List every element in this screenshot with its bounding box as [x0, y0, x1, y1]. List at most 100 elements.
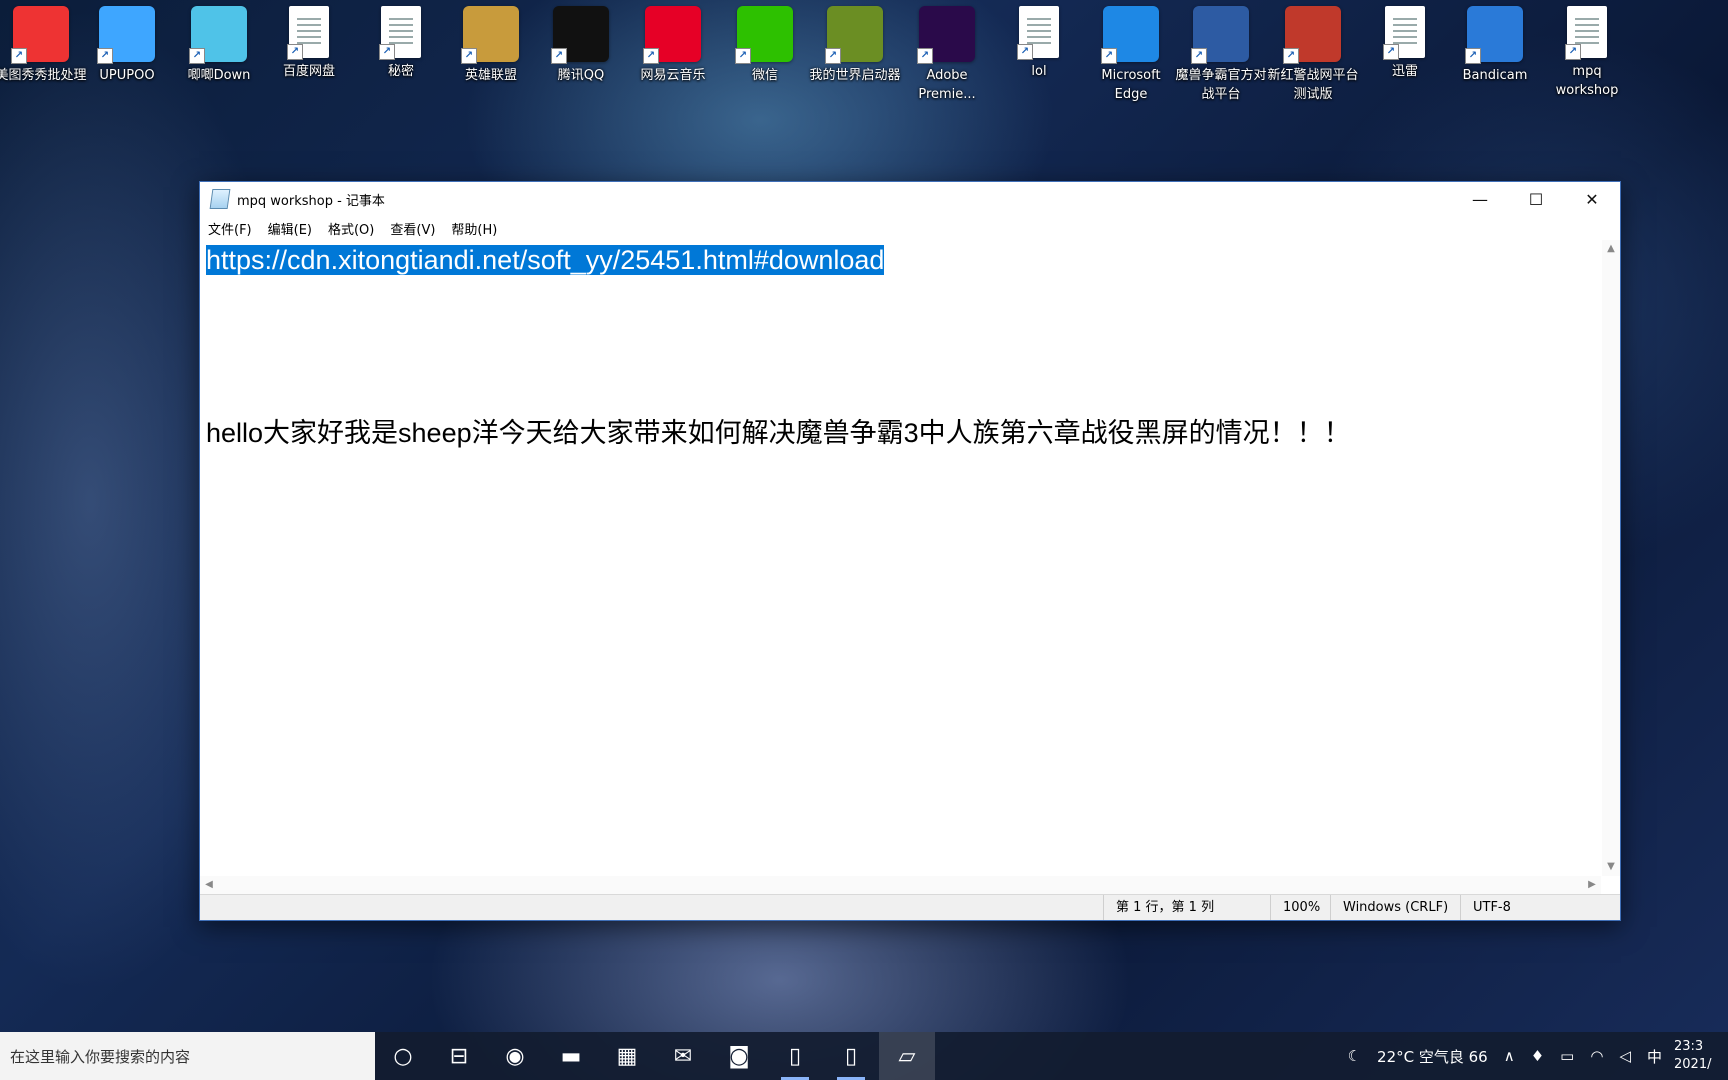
app-icon: ↗ [1191, 6, 1249, 64]
desktop-icon[interactable]: ↗ mpq workshop [1541, 6, 1633, 100]
desktop-icon-label: Bandicam [1462, 68, 1528, 83]
document-taskbar-icon-1[interactable]: ▯ [767, 1032, 823, 1080]
desktop-icon-label: 腾讯QQ [557, 68, 605, 83]
wifi-icon[interactable]: ◠ [1590, 1047, 1603, 1065]
shortcut-arrow-icon: ↗ [551, 48, 567, 64]
menu-file[interactable]: 文件(F) [208, 219, 252, 238]
app-icon: ↗ [735, 6, 793, 64]
app-icon: ↗ [189, 6, 247, 64]
desktop-icon-label: Microsoft Edge [1101, 68, 1161, 102]
desktop-icon[interactable]: ↗ Microsoft Edge [1085, 6, 1177, 104]
shortcut-arrow-icon: ↗ [11, 48, 27, 64]
desktop-icon[interactable]: ↗ 我的世界启动器 [809, 6, 901, 85]
desktop-icon[interactable]: ↗ 美图秀秀批处理 [0, 6, 87, 85]
clock[interactable]: 23:3 2021/ [1674, 1038, 1728, 1074]
desktop-icon[interactable]: ↗ 秘密 [355, 6, 447, 81]
menu-help[interactable]: 帮助(H) [451, 219, 497, 238]
app-icon: ↗ [917, 6, 975, 64]
desktop-icon-label: 新红警战网平台测试版 [1267, 68, 1359, 102]
document-taskbar-icon-2[interactable]: ▯ [823, 1032, 879, 1080]
mic-icon[interactable]: ♦ [1531, 1047, 1544, 1065]
minimize-button[interactable]: — [1452, 182, 1508, 216]
shortcut-arrow-icon: ↗ [735, 48, 751, 64]
desktop-icon[interactable]: ↗ 英雄联盟 [445, 6, 537, 85]
app-icon: ↗ [551, 6, 609, 64]
clock-date: 2021/ [1674, 1057, 1712, 1072]
file-explorer-icon[interactable]: ▬ [543, 1032, 599, 1080]
desktop-icon-label: lol [1031, 64, 1047, 79]
desktop-icon-label: 我的世界启动器 [809, 68, 901, 83]
app-taskbar-icon[interactable]: ◙ [711, 1032, 767, 1080]
desktop-icon-label: 秘密 [387, 64, 414, 79]
app-icon: ↗ [825, 6, 883, 64]
desktop-icon[interactable]: ↗ 百度网盘 [263, 6, 355, 81]
desktop-icon[interactable]: ↗ UPUPOO [81, 6, 173, 85]
taskbar: 在这里输入你要搜索的内容 ○ ⊟ ◉ ▬ ▦ ✉ ◙ ▯ ▯ ▱ ☾ 22°C 空气良 66 ∧ … [0, 1032, 1728, 1080]
scroll-up-icon[interactable]: ▲ [1602, 240, 1620, 258]
notepad-taskbar-icon[interactable]: ▱ [879, 1032, 935, 1080]
menu-format[interactable]: 格式(O) [328, 219, 374, 238]
shortcut-arrow-icon: ↗ [1283, 48, 1299, 64]
desktop-icon-label: 魔兽争霸官方对战平台 [1175, 68, 1267, 102]
shortcut-arrow-icon: ↗ [917, 48, 933, 64]
desktop-icon[interactable]: ↗ 网易云音乐 [627, 6, 719, 85]
desktop-icon-label: 美图秀秀批处理 [0, 68, 87, 83]
scroll-right-icon[interactable]: ▶ [1583, 876, 1601, 894]
app-icon: ↗ [1383, 6, 1425, 60]
zoom-level: 100% [1270, 895, 1333, 920]
desktop-icon[interactable]: ↗ 唧唧Down [173, 6, 265, 85]
task-view-icon[interactable]: ⊟ [431, 1032, 487, 1080]
window-title: mpq workshop - 记事本 [237, 193, 385, 209]
search-box[interactable]: 在这里输入你要搜索的内容 [0, 1032, 375, 1080]
scroll-down-icon[interactable]: ▼ [1602, 858, 1620, 876]
volume-icon[interactable]: ◁ [1619, 1047, 1631, 1065]
app-icon: ↗ [287, 6, 329, 60]
desktop-icon[interactable]: ↗ 微信 [719, 6, 811, 85]
desktop-icon[interactable]: ↗ 腾讯QQ [535, 6, 627, 85]
chevron-up-icon[interactable]: ∧ [1504, 1047, 1515, 1065]
maximize-button[interactable]: ☐ [1508, 182, 1564, 216]
cortana-icon[interactable]: ○ [375, 1032, 431, 1080]
desktop-icons: ↗ 美图秀秀批处理 ↗ UPUPOO ↗ 唧唧Down ↗ 百度网盘 ↗ 秘密 ↗ 英雄联盟 ↗ 腾讯QQ… [0, 0, 1728, 120]
edge-taskbar-icon[interactable]: ◉ [487, 1032, 543, 1080]
desktop-icon[interactable]: ↗ Adobe Premie... [901, 6, 993, 104]
ime-indicator[interactable]: 中 [1647, 1046, 1662, 1067]
desktop-icon-label: Adobe Premie... [918, 68, 976, 102]
hello-text-line[interactable]: hello大家好我是sheep洋今天给大家带来如何解决魔兽争霸3中人族第六章战役… [206, 411, 1351, 450]
line-ending: Windows (CRLF) [1330, 895, 1463, 920]
selected-url-text[interactable]: https://cdn.xitongtiandi.net/soft_yy/254… [206, 245, 885, 275]
app-icon: ↗ [97, 6, 155, 64]
shortcut-arrow-icon: ↗ [825, 48, 841, 64]
app-icon: ↗ [1017, 6, 1059, 60]
shortcut-arrow-icon: ↗ [97, 48, 113, 64]
scroll-left-icon[interactable]: ◀ [200, 876, 218, 894]
close-button[interactable]: ✕ [1564, 182, 1620, 216]
notepad-window: mpq workshop - 记事本 — ☐ ✕ 文件(F) 编辑(E) 格式(… [199, 181, 1621, 921]
mail-icon[interactable]: ✉ [655, 1032, 711, 1080]
desktop-icon[interactable]: ↗ Bandicam [1449, 6, 1541, 85]
horizontal-scrollbar[interactable]: ◀ ▶ [200, 876, 1601, 894]
desktop-icon-label: 迅雷 [1391, 64, 1418, 79]
title-bar[interactable]: mpq workshop - 记事本 — ☐ ✕ [200, 182, 1620, 216]
taskbar-apps: ○ ⊟ ◉ ▬ ▦ ✉ ◙ ▯ ▯ ▱ [375, 1032, 935, 1080]
store-icon[interactable]: ▦ [599, 1032, 655, 1080]
desktop-icon-label: mpq workshop [1555, 64, 1619, 98]
menu-edit[interactable]: 编辑(E) [268, 219, 312, 238]
shortcut-arrow-icon: ↗ [643, 48, 659, 64]
vertical-scrollbar[interactable]: ▲ ▼ [1602, 240, 1620, 876]
app-icon: ↗ [461, 6, 519, 64]
text-editor[interactable]: https://cdn.xitongtiandi.net/soft_yy/254… [200, 240, 1601, 876]
shortcut-arrow-icon: ↗ [287, 44, 303, 60]
moon-icon: ☾ [1347, 1047, 1362, 1065]
desktop-icon[interactable]: ↗ lol [993, 6, 1085, 81]
desktop-icon[interactable]: ↗ 新红警战网平台测试版 [1267, 6, 1359, 104]
shortcut-arrow-icon: ↗ [1191, 48, 1207, 64]
system-tray: ☾ 22°C 空气良 66 ∧ ♦ ▭ ◠ ◁ 中 23:3 2021/ [1340, 1032, 1728, 1080]
battery-icon[interactable]: ▭ [1560, 1047, 1574, 1065]
shortcut-arrow-icon: ↗ [1383, 44, 1399, 60]
desktop-icon[interactable]: ↗ 迅雷 [1359, 6, 1451, 81]
desktop-icon[interactable]: ↗ 魔兽争霸官方对战平台 [1175, 6, 1267, 104]
shortcut-arrow-icon: ↗ [1465, 48, 1481, 64]
weather-widget[interactable]: 22°C 空气良 66 [1377, 1046, 1488, 1067]
menu-view[interactable]: 查看(V) [390, 219, 435, 238]
